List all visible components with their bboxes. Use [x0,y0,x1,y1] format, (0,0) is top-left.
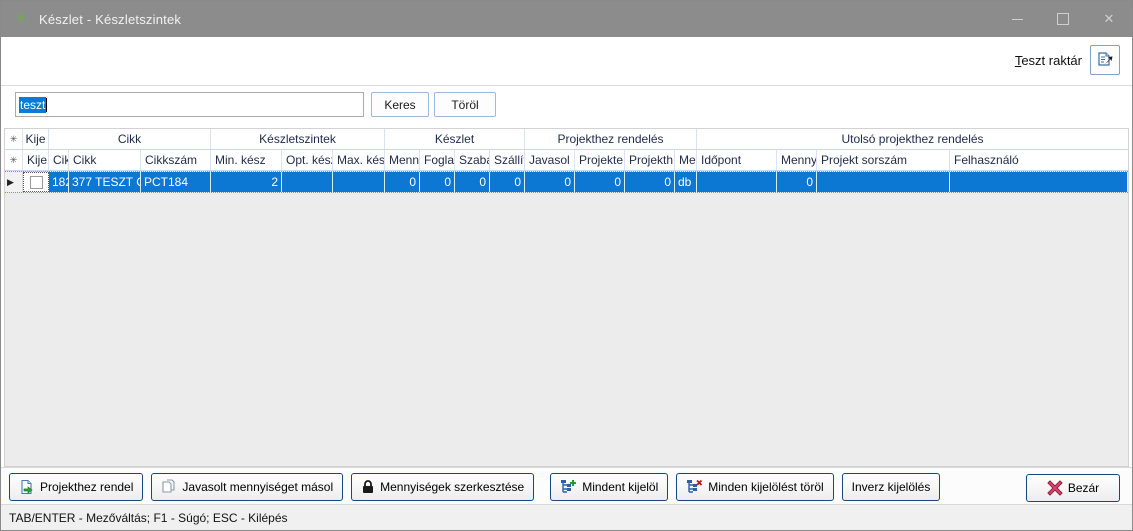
cell-projekte[interactable]: 0 [575,172,625,192]
cell-opt-keszlet[interactable] [282,172,333,192]
minimize-icon [1012,19,1023,20]
top-panel: Teszt raktár [1,37,1132,86]
cell-foglalt[interactable]: 0 [420,172,455,192]
cell-projekt-sorszam[interactable] [817,172,950,192]
header-mennyiseg[interactable]: Menn [385,150,420,170]
change-warehouse-button[interactable] [1090,45,1120,75]
cell-idopont[interactable] [697,172,777,192]
header-max-keszlet[interactable]: Max. kés [333,150,385,170]
header-selector[interactable]: ✳ [5,150,23,170]
copy-suggested-label: Javasolt mennyiséget másol [182,480,333,494]
close-dialog-label: Bezár [1068,481,1099,495]
search-input-selected-text: teszt [19,97,46,113]
invert-selection-button[interactable]: Inverz kijelölés [842,473,941,501]
header-kije[interactable]: Kije [23,150,49,170]
header-foglalt[interactable]: Fogla [420,150,455,170]
invert-selection-label: Inverz kijelölés [852,480,931,494]
status-bar: TAB/ENTER - Mezőváltás; F1 - Súgó; ESC -… [1,504,1132,530]
clear-selection-button[interactable]: Minden kijelölést töröl [676,473,833,501]
header-felhasznalo[interactable]: Felhasználó [950,150,1128,170]
minimize-button[interactable] [994,1,1040,37]
edit-quantities-button[interactable]: Mennyiségek szerkesztése [351,473,534,501]
bottom-button-bar: Projekthez rendel Javasolt mennyiséget m… [1,467,1132,505]
clear-search-button[interactable]: Töröl [434,92,496,117]
header-javasolt[interactable]: Javasol [525,150,575,170]
grid-band-row: ✳ Kije Cikk Készletszintek Készlet Proje… [5,129,1128,150]
text-caret [46,98,47,112]
app-window: ✳ Készlet - Készletszintek ✕ Teszt raktá… [0,0,1133,531]
clear-selection-label: Minden kijelölést töröl [708,480,823,494]
close-icon: ✕ [1104,11,1115,27]
band-keszlet[interactable]: Készlet [385,129,525,149]
row-indicator-icon: ▶ [7,177,14,188]
lock-icon [361,479,375,494]
cell-min-keszlet[interactable]: 2 [211,172,282,192]
cell-cik[interactable]: 182 [49,172,69,192]
window-title: Készlet - Készletszintek [39,12,181,27]
row-checkbox[interactable] [30,176,43,189]
search-button[interactable]: Keres [371,92,429,117]
search-input[interactable]: teszt [15,92,364,117]
band-keszletszintek[interactable]: Készletszintek [211,129,385,149]
maximize-icon [1057,13,1069,25]
warehouse-label: Teszt raktár [1015,53,1082,68]
header-mertekegyseg[interactable]: Me [675,150,697,170]
header-idopont[interactable]: Időpont [697,150,777,170]
cell-max-keszlet[interactable] [333,172,385,192]
tree-x-icon [686,479,703,495]
cell-szallit[interactable]: 0 [490,172,525,192]
copy-icon [161,479,177,495]
header-cikk[interactable]: Cikk [69,150,141,170]
cell-szabad[interactable]: 0 [455,172,490,192]
copy-suggested-button[interactable]: Javasolt mennyiséget másol [151,473,343,501]
cell-kije[interactable] [23,172,49,192]
header-cik[interactable]: Cik [49,150,69,170]
header-projekth[interactable]: Projekth [625,150,675,170]
status-text: TAB/ENTER - Mezőváltás; F1 - Súgó; ESC -… [9,511,288,525]
cell-mennyiseg[interactable]: 0 [385,172,420,192]
maximize-button[interactable] [1040,1,1086,37]
tree-plus-icon [560,479,577,495]
cell-projekth[interactable]: 0 [625,172,675,192]
header-szallit[interactable]: Szállít [490,150,525,170]
table-row[interactable]: ▶ 182 377 TESZT CIKK PCT184 2 0 0 0 0 0 … [5,171,1128,193]
band-utolso-projekthez-rendeles[interactable]: Utolsó projekthez rendelés [697,129,1128,149]
cell-mertekegyseg[interactable]: db [675,172,697,192]
header-mennyis[interactable]: Mennyis [777,150,817,170]
band-selector[interactable]: ✳ [5,129,23,149]
grid-header-row: ✳ Kije Cik Cikk Cikkszám Min. kész Opt. … [5,150,1128,171]
cell-cikk[interactable]: 377 TESZT CIKK [69,172,141,192]
close-button[interactable]: ✕ [1086,1,1132,37]
header-min-keszlet[interactable]: Min. kész [211,150,282,170]
header-projekte[interactable]: Projekte [575,150,625,170]
header-projekt-sorszam[interactable]: Projekt sorszám [817,150,950,170]
band-projekthez-rendeles[interactable]: Projekthez rendelés [525,129,697,149]
band-kijeloles[interactable]: Kije [23,129,49,149]
title-bar: ✳ Készlet - Készletszintek ✕ [1,1,1132,37]
app-icon: ✳ [13,11,29,27]
assign-project-label: Projekthez rendel [40,480,133,494]
inventory-grid: ✳ Kije Cikk Készletszintek Készlet Proje… [4,128,1129,467]
select-all-button[interactable]: Mindent kijelöl [550,473,668,501]
assign-project-button[interactable]: Projekthez rendel [9,473,143,501]
header-szabad[interactable]: Szaba [455,150,490,170]
assign-document-icon [19,479,35,495]
select-all-label: Mindent kijelöl [582,480,658,494]
close-dialog-button[interactable]: Bezár [1026,474,1120,502]
red-x-icon [1047,480,1063,496]
header-opt-keszlet[interactable]: Opt. kész [282,150,333,170]
cell-mennyis[interactable]: 0 [777,172,817,192]
row-indicator: ▶ [5,172,23,192]
band-cikk[interactable]: Cikk [49,129,211,149]
document-arrow-icon [1096,51,1114,69]
edit-quantities-label: Mennyiségek szerkesztése [380,480,524,494]
cell-cikkszam[interactable]: PCT184 [141,172,211,192]
header-cikkszam[interactable]: Cikkszám [141,150,211,170]
cell-javasolt[interactable]: 0 [525,172,575,192]
cell-felhasznalo[interactable] [950,172,1128,192]
